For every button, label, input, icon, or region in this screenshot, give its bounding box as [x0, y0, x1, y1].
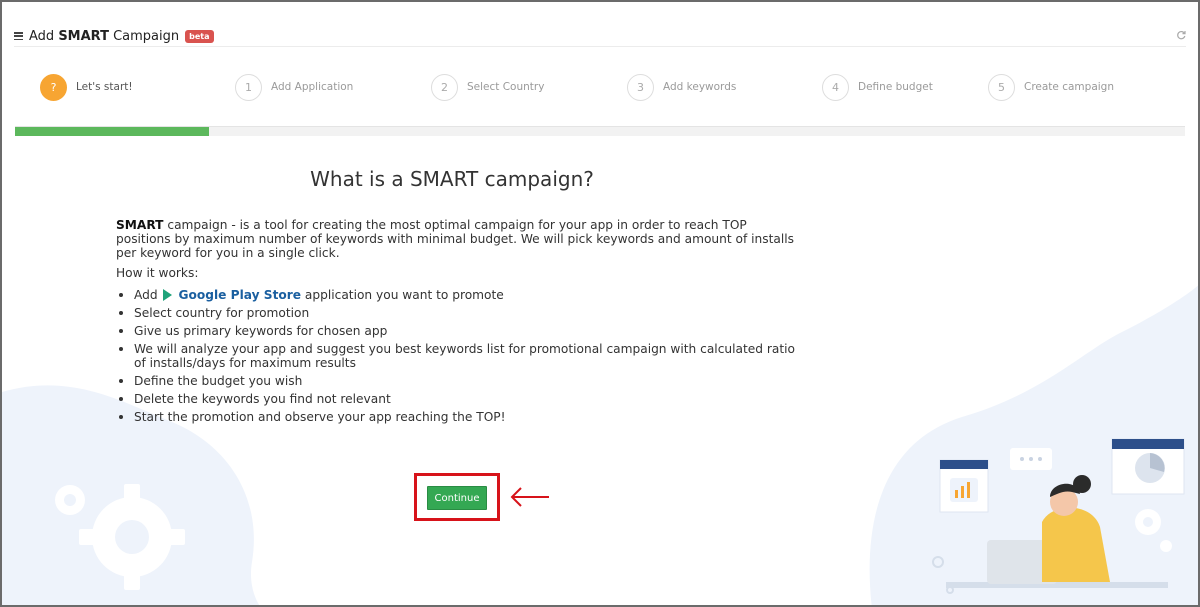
list-item: Start the promotion and observe your app…	[116, 410, 796, 424]
beta-badge: beta	[185, 29, 214, 43]
step-label: Let's start!	[76, 81, 133, 93]
list-item: Add Google Play Store application you wa…	[116, 288, 796, 302]
step-number: 5	[988, 73, 1015, 101]
step-label: Add keywords	[663, 81, 737, 93]
step-label: Define budget	[858, 81, 933, 93]
list-item: Define the budget you wish	[116, 374, 796, 388]
wizard-step-select-country[interactable]: 2 Select Country	[431, 73, 544, 101]
wizard-step-create-campaign[interactable]: 5 Create campaign	[988, 73, 1114, 101]
intro-paragraph: SMART campaign - is a tool for creating …	[116, 218, 794, 260]
progress-fill	[15, 127, 210, 136]
how-it-works-label: How it works:	[116, 266, 199, 280]
step-label: Add Application	[271, 81, 354, 93]
wizard-steps: ? Let's start! 1 Add Application 2 Selec…	[40, 73, 1160, 101]
list-item: We will analyze your app and suggest you…	[116, 342, 796, 370]
google-play-store-link[interactable]: Google Play Store	[178, 288, 301, 302]
step-number: ?	[40, 73, 67, 101]
content-body: SMART campaign - is a tool for creating …	[116, 218, 796, 428]
wizard-step-add-keywords[interactable]: 3 Add keywords	[627, 73, 736, 101]
page-frame: Add SMART Campaign beta ? Let's start! 1…	[0, 0, 1200, 607]
list-item: Give us primary keywords for chosen app	[116, 324, 796, 338]
step-number: 4	[822, 73, 849, 101]
wizard-progress-bar	[15, 126, 1185, 136]
arrow-left-icon	[510, 487, 549, 507]
list-item: Delete the keywords you find not relevan…	[116, 392, 796, 406]
wizard-step-lets-start[interactable]: ? Let's start!	[40, 73, 133, 101]
page-header: Add SMART Campaign beta	[14, 26, 214, 46]
list-item: Select country for promotion	[116, 306, 796, 320]
step-number: 2	[431, 73, 458, 101]
wizard-step-define-budget[interactable]: 4 Define budget	[822, 73, 933, 101]
content-heading: What is a SMART campaign?	[310, 167, 594, 191]
refresh-icon[interactable]	[1176, 30, 1186, 40]
step-number: 3	[627, 73, 654, 101]
wizard-step-add-application[interactable]: 1 Add Application	[235, 73, 353, 101]
step-label: Select Country	[467, 81, 545, 93]
how-it-works-list: Add Google Play Store application you wa…	[116, 288, 796, 424]
continue-button[interactable]: Continue	[427, 486, 487, 510]
page-title: Add SMART Campaign	[29, 28, 180, 44]
hamburger-icon[interactable]	[14, 32, 23, 40]
step-number: 1	[235, 73, 262, 101]
step-label: Create campaign	[1024, 81, 1114, 93]
header-divider	[14, 46, 1186, 47]
google-play-icon	[163, 289, 173, 301]
